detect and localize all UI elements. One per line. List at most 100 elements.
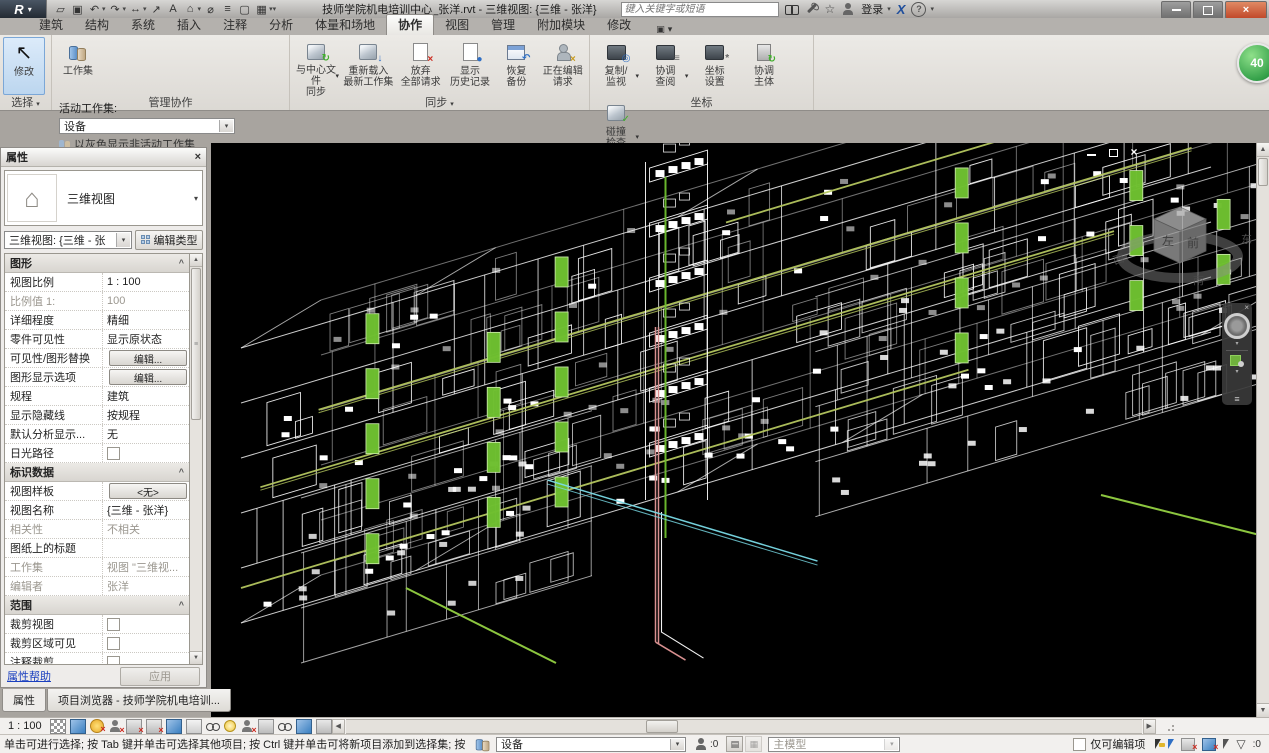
edit-button[interactable]: 编辑... — [109, 350, 187, 366]
undo-dropdown-icon[interactable]: ▾ — [102, 5, 106, 13]
restore-button[interactable] — [1193, 1, 1223, 19]
temporary-view-properties-icon[interactable] — [258, 719, 274, 734]
tab-insert[interactable]: 插入 — [166, 15, 212, 35]
scroll-up-icon[interactable]: ▲ — [1257, 143, 1269, 157]
property-row[interactable]: 图纸上的标题 — [5, 539, 189, 558]
select-links-icon[interactable] — [1155, 739, 1161, 749]
scale-icon[interactable] — [50, 719, 66, 734]
view-close-button[interactable]: × — [1128, 147, 1140, 158]
tab-project-browser[interactable]: 项目浏览器 - 技师学院机电培训... — [47, 689, 231, 712]
horizontal-scrollbar[interactable] — [346, 719, 1142, 734]
scroll-up-icon[interactable]: ▲ — [190, 254, 202, 267]
select-pinned-icon[interactable]: × — [1181, 738, 1195, 751]
coordination-review-button[interactable]: ≡ 协调查阅 ▾ — [642, 37, 688, 98]
type-selector[interactable]: ⌂ 三维视图 ▾ — [4, 170, 203, 226]
active-workset-select[interactable]: 设备 ▾ — [59, 118, 235, 134]
horizontal-scroll-thumb[interactable] — [646, 720, 678, 733]
panel-label-synchronize[interactable]: 同步 ▾ — [290, 97, 589, 110]
crop-visible-checkbox[interactable] — [107, 637, 120, 650]
sign-in-dropdown-icon[interactable]: ▾ — [887, 5, 891, 13]
tab-modify[interactable]: 修改 — [596, 15, 642, 35]
search-icon[interactable] — [785, 2, 799, 16]
model-wireframe-canvas[interactable] — [211, 143, 1256, 717]
editing-requests-icon[interactable] — [694, 737, 708, 751]
customize-qat-icon[interactable]: ▾ — [273, 5, 277, 13]
vertical-scroll-thumb[interactable] — [1258, 158, 1268, 186]
tab-analyze[interactable]: 分析 — [258, 15, 304, 35]
property-row[interactable]: 可见性/图形替换编辑... — [5, 349, 189, 368]
reveal-constraints-icon[interactable] — [316, 719, 332, 734]
select-by-face-icon[interactable]: × — [1202, 738, 1216, 751]
tab-massing-site[interactable]: 体量和场地 — [304, 15, 386, 35]
property-row[interactable]: 注释裁剪 — [5, 653, 189, 665]
tab-annotate[interactable]: 注释 — [212, 15, 258, 35]
sign-in-label[interactable]: 登录 — [861, 1, 883, 17]
zoom-dropdown-icon[interactable]: ▾ — [1235, 368, 1238, 375]
reveal-hidden-elements-icon[interactable] — [224, 720, 236, 732]
detail-level-icon[interactable] — [70, 719, 86, 734]
editable-only-checkbox[interactable] — [1073, 738, 1086, 751]
vertical-scrollbar[interactable]: ▲ ▼ — [1256, 143, 1269, 717]
property-row[interactable]: 视图样板<无> — [5, 482, 189, 501]
view-minimize-button[interactable] — [1086, 147, 1098, 158]
viewcube-front-label[interactable]: 前 — [1187, 235, 1199, 250]
communication-center-badge[interactable]: 40 — [1237, 43, 1269, 83]
favorites-star-icon[interactable]: ☆ — [825, 2, 836, 16]
3d-view-dropdown-icon[interactable]: ▾ — [198, 5, 202, 13]
reload-latest-button[interactable]: ↓ 重新载入最新工作集 — [342, 37, 394, 98]
minimize-button[interactable] — [1161, 1, 1191, 19]
tab-architecture[interactable]: 建筑 — [28, 15, 74, 35]
resize-grip[interactable] — [1162, 720, 1176, 733]
measure-dropdown-icon[interactable]: ▾ — [143, 5, 147, 13]
tab-manage[interactable]: 管理 — [480, 15, 526, 35]
zoom-icon[interactable] — [1230, 355, 1244, 367]
navbar-close-icon[interactable]: × — [1244, 304, 1249, 312]
crop-view-checkbox[interactable] — [107, 618, 120, 631]
property-row[interactable]: 裁剪视图 — [5, 615, 189, 634]
collapse-icon[interactable]: ^ — [179, 258, 184, 268]
visual-style-icon[interactable]: × — [90, 719, 104, 733]
tab-structure[interactable]: 结构 — [74, 15, 120, 35]
search-input[interactable] — [621, 2, 779, 17]
property-row[interactable]: 零件可见性显示原状态 — [5, 330, 189, 349]
help-icon[interactable]: ? — [911, 2, 926, 17]
viewcube-left-label[interactable]: 左 — [1162, 233, 1174, 248]
collapse-icon[interactable]: ^ — [179, 467, 184, 477]
analytical-model-icon[interactable] — [278, 720, 292, 733]
tab-systems[interactable]: 系统 — [120, 15, 166, 35]
design-options-icon[interactable]: ▤ — [726, 736, 743, 752]
collapse-icon[interactable]: ^ — [179, 600, 184, 610]
worksets-status-icon[interactable] — [476, 738, 490, 751]
sun-path-icon[interactable]: × — [108, 720, 122, 733]
viewcube-south-label[interactable]: 南 — [1193, 274, 1204, 287]
properties-help-link[interactable]: 属性帮助 — [7, 668, 51, 684]
help-dropdown-icon[interactable]: ▾ — [930, 5, 934, 13]
worksharing-display-icon[interactable]: × — [240, 720, 254, 733]
restore-backup-button[interactable]: ↶ 恢复备份 — [496, 37, 536, 98]
ribbon-state-toggle[interactable]: ▣▾ — [652, 24, 676, 35]
active-workset-status-select[interactable]: 设备 ▾ — [496, 737, 686, 752]
close-icon[interactable]: × — [195, 151, 201, 163]
steering-wheel-icon[interactable] — [1224, 313, 1250, 339]
coordination-settings-button[interactable]: * 坐标设置 — [692, 37, 738, 98]
redo-dropdown-icon[interactable]: ▾ — [123, 5, 127, 13]
property-row[interactable]: 视图比例1 : 100 — [5, 273, 189, 292]
scroll-right-icon[interactable]: ▶ — [1143, 719, 1156, 734]
properties-header[interactable]: 属性 × — [1, 148, 206, 167]
drawing-area[interactable]: 左 前 南 西 东 × × ▾ ▾ ≡ — [211, 143, 1256, 717]
filter-icon[interactable]: ▽ — [1236, 738, 1245, 750]
section-identity-data[interactable]: 标识数据^ — [5, 463, 189, 482]
scroll-down-icon[interactable]: ▼ — [1257, 703, 1269, 717]
shadows-icon[interactable]: × — [126, 719, 142, 734]
exchange-apps-icon[interactable]: X — [897, 2, 906, 17]
tab-addins[interactable]: 附加模块 — [526, 15, 596, 35]
edit-button[interactable]: 编辑... — [109, 369, 187, 385]
property-row[interactable]: 详细程度精细 — [5, 311, 189, 330]
close-button[interactable]: × — [1225, 1, 1267, 19]
modify-button[interactable]: ↖ 修改 — [3, 37, 45, 95]
property-row[interactable]: 显示隐藏线按规程 — [5, 406, 189, 425]
tab-properties[interactable]: 属性 — [2, 689, 46, 712]
tab-view[interactable]: 视图 — [434, 15, 480, 35]
edit-type-button[interactable]: 编辑类型 — [135, 230, 203, 250]
wheel-dropdown-icon[interactable]: ▾ — [1235, 340, 1238, 347]
